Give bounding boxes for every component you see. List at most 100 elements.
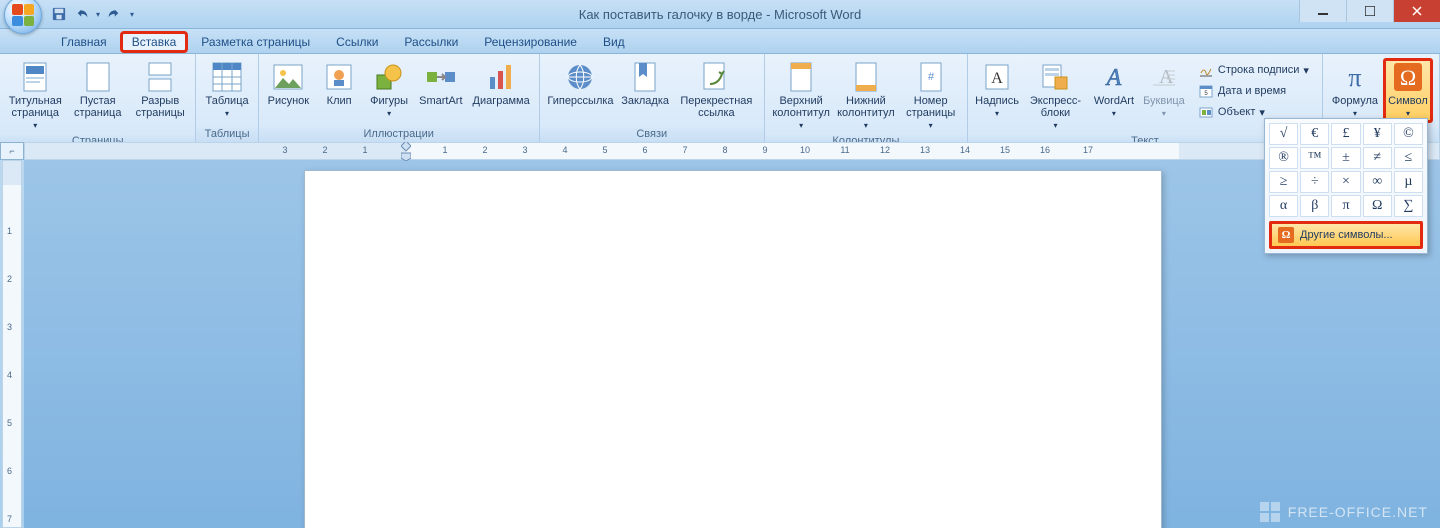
footer-icon xyxy=(854,62,878,92)
more-symbols-label: Другие символы... xyxy=(1300,229,1393,241)
workspace: ⌐ 1 2 3 4 5 6 7 3 2 1 1 2 3 4 5 6 7 8 9 xyxy=(0,142,1440,528)
tab-insert[interactable]: Вставка xyxy=(120,31,189,53)
quickparts-button[interactable]: Экспресс-блоки▾ xyxy=(1022,58,1089,135)
left-gutter: ⌐ 1 2 3 4 5 6 7 xyxy=(0,142,24,528)
symbol-cell[interactable]: ™ xyxy=(1300,147,1329,169)
symbol-cell[interactable]: € xyxy=(1300,123,1329,145)
quickparts-icon xyxy=(1041,63,1069,91)
tab-view[interactable]: Вид xyxy=(590,30,638,53)
close-button[interactable] xyxy=(1393,0,1440,22)
clip-button[interactable]: Клип xyxy=(314,58,364,110)
symbol-dropdown: √ € £ ¥ © ® ™ ± ≠ ≤ ≥ ÷ × ∞ µ α β π Ω ∑ … xyxy=(1264,118,1428,254)
horizontal-ruler[interactable]: 3 2 1 1 2 3 4 5 6 7 8 9 10 11 12 13 14 1… xyxy=(24,142,1440,160)
maximize-button[interactable] xyxy=(1346,0,1393,22)
page-number-button[interactable]: # Номер страницы ▾ xyxy=(898,58,963,135)
picture-button[interactable]: Рисунок xyxy=(263,58,315,110)
symbol-cell[interactable]: ≤ xyxy=(1394,147,1423,169)
vertical-ruler[interactable]: 1 2 3 4 5 6 7 xyxy=(2,160,22,528)
indent-marker[interactable] xyxy=(401,142,411,161)
symbol-cell[interactable]: α xyxy=(1269,195,1298,217)
symbol-cell[interactable]: ∞ xyxy=(1363,171,1392,193)
tab-review[interactable]: Рецензирование xyxy=(471,30,590,53)
textbox-icon: A xyxy=(984,63,1010,91)
wordart-button[interactable]: A WordArt▾ xyxy=(1089,58,1139,123)
redo-button[interactable] xyxy=(102,3,124,25)
page-number-icon: # xyxy=(919,62,943,92)
qat-customize[interactable]: ▾ xyxy=(130,10,134,19)
dropcap-button[interactable]: A Буквица▾ xyxy=(1139,58,1189,123)
group-tables: Таблица▾ Таблицы xyxy=(196,54,258,144)
group-pages: Титульная страница ▾ Пустая страница Раз… xyxy=(0,54,196,144)
svg-text:#: # xyxy=(928,71,935,83)
symbol-cell[interactable]: © xyxy=(1394,123,1423,145)
group-headerfooter: Верхний колонтитул ▾ Нижний колонтитул ▾… xyxy=(765,54,968,144)
tab-home[interactable]: Главная xyxy=(48,30,120,53)
cover-page-icon xyxy=(22,62,48,92)
tab-mailings[interactable]: Рассылки xyxy=(391,30,471,53)
blank-page-button[interactable]: Пустая страница xyxy=(67,58,130,122)
symbol-cell[interactable]: ∑ xyxy=(1394,195,1423,217)
bookmark-icon xyxy=(633,62,657,92)
title-bar: ▾ ▾ Как поставить галочку в ворде - Micr… xyxy=(0,0,1440,29)
signature-line-button[interactable]: Строка подписи ▾ xyxy=(1193,60,1314,80)
symbol-cell[interactable]: ÷ xyxy=(1300,171,1329,193)
minimize-button[interactable] xyxy=(1299,0,1346,22)
undo-icon xyxy=(76,7,90,21)
header-icon xyxy=(789,62,813,92)
tab-page-layout[interactable]: Разметка страницы xyxy=(188,30,323,53)
group-illustrations: Рисунок Клип Фигуры▾ SmartArt Диаграмма … xyxy=(259,54,540,144)
smartart-button[interactable]: SmartArt xyxy=(414,58,467,110)
blank-page-icon xyxy=(85,62,111,92)
picture-icon xyxy=(273,64,303,90)
bookmark-button[interactable]: Закладка xyxy=(617,58,673,110)
symbol-cell[interactable]: Ω xyxy=(1363,195,1392,217)
symbol-cell[interactable]: µ xyxy=(1394,171,1423,193)
omega-icon: Ω xyxy=(1278,227,1294,243)
save-button[interactable] xyxy=(48,3,70,25)
tab-references[interactable]: Ссылки xyxy=(323,30,391,53)
symbol-cell[interactable]: ® xyxy=(1269,147,1298,169)
symbol-cell[interactable]: π xyxy=(1331,195,1360,217)
symbol-cell[interactable]: ± xyxy=(1331,147,1360,169)
svg-text:Ω: Ω xyxy=(1400,65,1416,90)
symbol-cell[interactable]: ≠ xyxy=(1363,147,1392,169)
shapes-button[interactable]: Фигуры▾ xyxy=(364,58,414,123)
undo-dropdown[interactable]: ▾ xyxy=(96,10,100,19)
ribbon-tabs: Главная Вставка Разметка страницы Ссылки… xyxy=(0,29,1440,54)
symbol-cell[interactable]: ¥ xyxy=(1363,123,1392,145)
svg-text:A: A xyxy=(1105,65,1122,91)
cover-page-button[interactable]: Титульная страница ▾ xyxy=(4,58,67,135)
equation-button[interactable]: π Формула▾ xyxy=(1327,58,1383,123)
hyperlink-button[interactable]: Гиперссылка xyxy=(544,58,617,110)
window-title: Как поставить галочку в ворде - Microsof… xyxy=(0,7,1440,22)
undo-button[interactable] xyxy=(72,3,94,25)
datetime-button[interactable]: 5 Дата и время xyxy=(1193,81,1314,101)
svg-text:π: π xyxy=(1348,63,1361,92)
symbol-cell[interactable]: × xyxy=(1331,171,1360,193)
chart-button[interactable]: Диаграмма xyxy=(468,58,535,110)
quick-access-toolbar: ▾ ▾ xyxy=(48,3,134,25)
document-page[interactable] xyxy=(304,170,1162,528)
smartart-icon xyxy=(426,64,456,90)
crossref-icon xyxy=(702,62,730,92)
symbol-cell[interactable]: β xyxy=(1300,195,1329,217)
ruler-corner[interactable]: ⌐ xyxy=(0,142,24,160)
symbol-button[interactable]: Ω Символ▾ xyxy=(1383,58,1433,123)
crossref-button[interactable]: Перекрестная ссылка xyxy=(673,58,760,122)
document-area[interactable]: 3 2 1 1 2 3 4 5 6 7 8 9 10 11 12 13 14 1… xyxy=(24,142,1440,528)
textbox-button[interactable]: A Надпись▾ xyxy=(972,58,1022,123)
table-button[interactable]: Таблица▾ xyxy=(200,58,253,123)
footer-button[interactable]: Нижний колонтитул ▾ xyxy=(834,58,899,135)
ribbon: Титульная страница ▾ Пустая страница Раз… xyxy=(0,54,1440,145)
watermark: FREE-OFFICE.NET xyxy=(1260,502,1428,522)
more-symbols-button[interactable]: Ω Другие символы... xyxy=(1269,221,1423,249)
symbol-cell[interactable]: √ xyxy=(1269,123,1298,145)
symbol-grid: √ € £ ¥ © ® ™ ± ≠ ≤ ≥ ÷ × ∞ µ α β π Ω ∑ xyxy=(1269,123,1423,217)
page-break-button[interactable]: Разрыв страницы xyxy=(129,58,192,122)
office-button[interactable] xyxy=(4,0,42,34)
dropcap-icon: A xyxy=(1151,63,1177,91)
clip-icon xyxy=(326,64,352,90)
header-button[interactable]: Верхний колонтитул ▾ xyxy=(769,58,834,135)
symbol-cell[interactable]: ≥ xyxy=(1269,171,1298,193)
symbol-cell[interactable]: £ xyxy=(1331,123,1360,145)
